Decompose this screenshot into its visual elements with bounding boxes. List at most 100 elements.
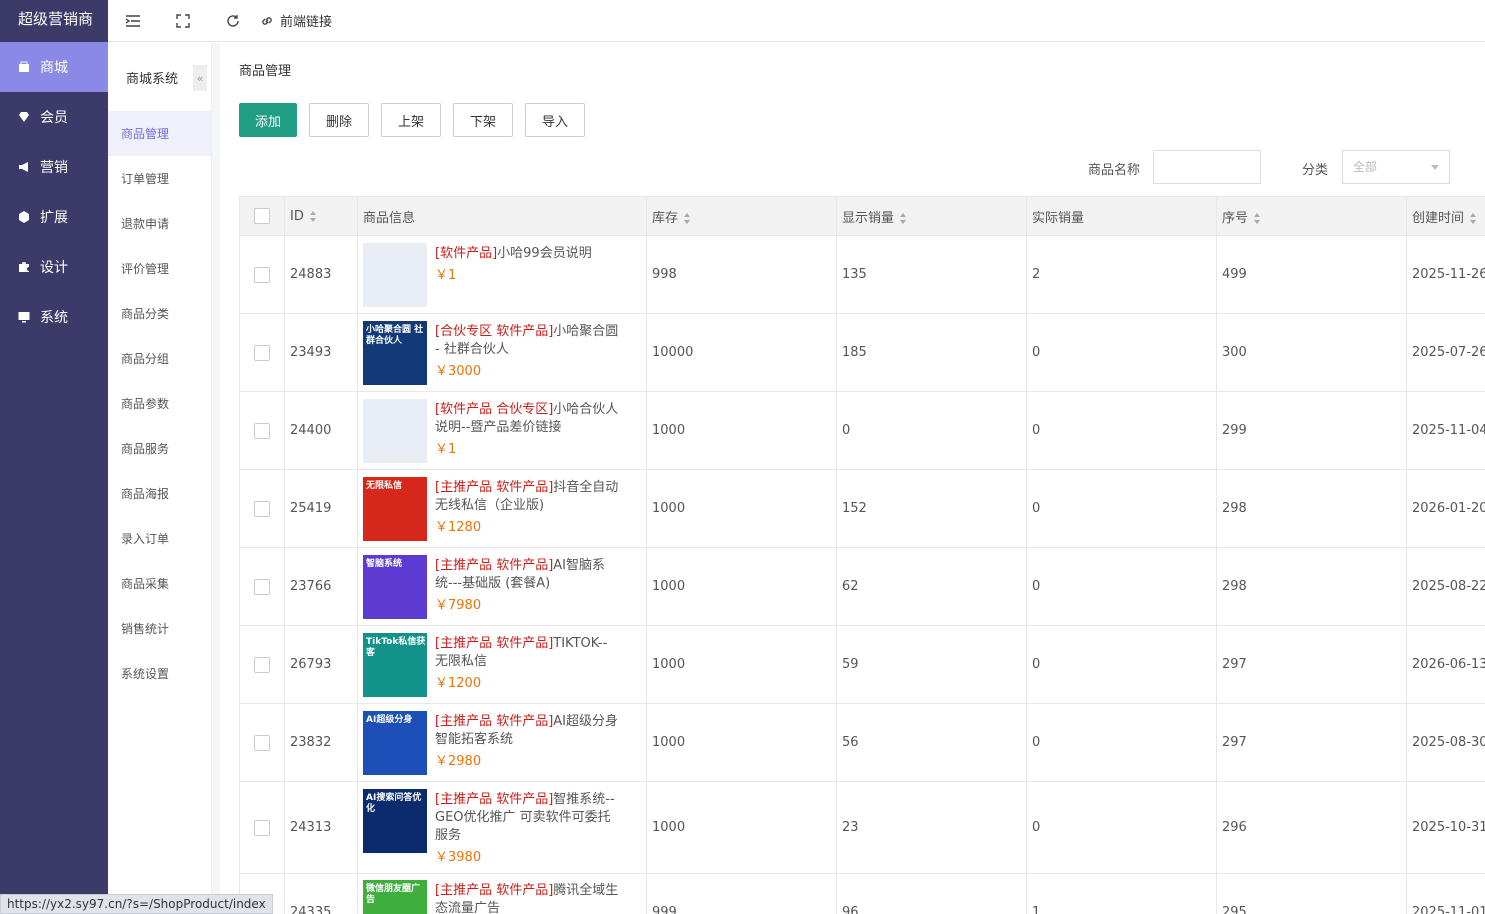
submenu-item[interactable]: 商品采集: [108, 561, 211, 606]
product-title[interactable]: [软件产品]小哈99会员说明 ￥1: [435, 243, 619, 285]
category-select[interactable]: 全部: [1342, 150, 1450, 184]
cell-created: 2025-11-01 1: [1406, 873, 1485, 914]
select-all-checkbox[interactable]: [254, 208, 270, 224]
submenu-item[interactable]: 评价管理: [108, 246, 211, 291]
table-row: 24883 [软件产品]小哈99会员说明 ￥1 998 135 2 499 2025-11-2…: [239, 235, 1485, 314]
nav-item-label: 扩展: [40, 210, 68, 226]
off-shelf-button[interactable]: 下架: [453, 103, 513, 137]
col-created[interactable]: 创建时间: [1406, 196, 1485, 236]
cell-stock: 999: [646, 873, 837, 914]
product-title[interactable]: [主推产品 软件产品]抖音全自动无线私信（企业版) ￥1280: [435, 477, 619, 537]
product-name-input[interactable]: [1153, 150, 1261, 184]
cell-order: 295: [1216, 873, 1407, 914]
product-thumbnail[interactable]: TikTok私信获客: [363, 632, 427, 697]
submenu-item[interactable]: 销售统计: [108, 606, 211, 651]
nav-item-label: 系统: [40, 310, 68, 326]
product-tag: [主推产品 软件产品]: [435, 557, 554, 573]
product-price: ￥2980: [435, 753, 482, 769]
row-checkbox[interactable]: [254, 819, 270, 836]
nav-item-2[interactable]: 营销: [0, 142, 108, 192]
table-row: 24400 [软件产品 合伙专区]小哈合伙人说明--暨产品差价链接 ￥1 1000 0 0…: [239, 391, 1485, 470]
product-thumbnail[interactable]: 无限私信: [363, 476, 427, 541]
submenu-item[interactable]: 系统设置: [108, 651, 211, 696]
cell-created: 2026-06-13 1: [1406, 625, 1485, 704]
product-thumbnail[interactable]: 小哈聚合圆 社群合伙人: [363, 320, 427, 385]
product-price: ￥1200: [435, 675, 482, 691]
product-thumbnail[interactable]: AI搜索问答优化: [363, 788, 427, 853]
product-title[interactable]: [主推产品 软件产品]腾讯全域生态流量广告: [435, 880, 619, 914]
submenu-item[interactable]: 商品分组: [108, 336, 211, 381]
cell-stock: 1000: [646, 391, 837, 470]
submenu-item[interactable]: 退款申请: [108, 201, 211, 246]
nav-item-0[interactable]: 商城: [0, 42, 108, 92]
col-stock[interactable]: 库存: [646, 196, 837, 236]
add-button[interactable]: 添加: [239, 103, 297, 137]
submenu-item[interactable]: 商品参数: [108, 381, 211, 426]
cell-id: 24335: [284, 873, 358, 914]
menu-toggle-icon[interactable]: [108, 0, 158, 42]
sort-icon[interactable]: [309, 210, 317, 222]
row-checkbox[interactable]: [254, 422, 270, 439]
product-title[interactable]: [主推产品 软件产品]智推系统--GEO优化推广 可卖软件可委托服务 ￥3980: [435, 789, 619, 867]
submenu-item[interactable]: 商品海报: [108, 471, 211, 516]
col-id[interactable]: ID: [284, 196, 358, 236]
submenu-item[interactable]: 订单管理: [108, 156, 211, 201]
cell-id: 23493: [284, 313, 358, 392]
cell-shown-sales: 23: [836, 781, 1027, 874]
submenu-item[interactable]: 商品管理: [108, 111, 211, 156]
delete-button[interactable]: 删除: [309, 103, 369, 137]
front-link[interactable]: 前端链接: [260, 11, 332, 30]
col-order[interactable]: 序号: [1216, 196, 1407, 236]
divider: [212, 43, 220, 914]
cell-real-sales: 0: [1026, 547, 1217, 626]
cell-shown-sales: 152: [836, 469, 1027, 548]
megaphone-icon: [18, 161, 30, 173]
row-checkbox[interactable]: [254, 734, 270, 751]
nav-item-5[interactable]: 系统: [0, 292, 108, 342]
product-thumbnail[interactable]: 智脑系统: [363, 554, 427, 619]
submenu-item[interactable]: 录入订单: [108, 516, 211, 561]
row-checkbox[interactable]: [254, 656, 270, 673]
top-bar: 前端链接: [108, 0, 1485, 42]
brand-logo[interactable]: 超级营销商: [0, 0, 108, 42]
on-shelf-button[interactable]: 上架: [381, 103, 441, 137]
product-price: ￥3980: [435, 849, 482, 865]
nav-item-3[interactable]: 扩展: [0, 192, 108, 242]
row-checkbox[interactable]: [254, 578, 270, 595]
sort-icon[interactable]: [900, 212, 907, 224]
thumbnail-caption: 无限私信: [366, 480, 403, 491]
product-title[interactable]: [主推产品 软件产品]AI智脑系统---基础版 (套餐A) ￥7980: [435, 555, 619, 615]
sort-icon[interactable]: [1470, 212, 1477, 224]
product-title[interactable]: [合伙专区 软件产品]小哈聚合圆 - 社群合伙人 ￥3000: [435, 321, 619, 381]
sort-icon[interactable]: [1254, 212, 1261, 224]
cell-id: 24883: [284, 235, 358, 314]
row-checkbox[interactable]: [254, 344, 270, 361]
import-button[interactable]: 导入: [525, 103, 585, 137]
cell-shown-sales: 135: [836, 235, 1027, 314]
product-thumbnail[interactable]: [363, 398, 427, 463]
product-price: ￥1: [435, 441, 457, 457]
product-thumbnail[interactable]: [363, 242, 427, 307]
nav-item-4[interactable]: 设计: [0, 242, 108, 292]
col-shown-sales[interactable]: 显示销量: [836, 196, 1027, 236]
product-thumbnail[interactable]: AI超级分身: [363, 710, 427, 775]
nav-item-1[interactable]: 会员: [0, 92, 108, 142]
table-row: 24313 AI搜索问答优化 [主推产品 软件产品]智推系统--GEO优化推广 可卖…: [239, 781, 1485, 874]
refresh-icon[interactable]: [208, 0, 258, 42]
submenu-item[interactable]: 商品分类: [108, 291, 211, 336]
product-title[interactable]: [软件产品 合伙专区]小哈合伙人说明--暨产品差价链接 ￥1: [435, 399, 619, 459]
cell-shown-sales: 96: [836, 873, 1027, 914]
fullscreen-icon[interactable]: [158, 0, 208, 42]
cell-real-sales: 0: [1026, 391, 1217, 470]
sort-icon[interactable]: [684, 212, 691, 224]
collapse-icon[interactable]: «: [193, 65, 207, 91]
main-sidebar: 超级营销商 商城 会员 营销扩展设计系统: [0, 0, 108, 914]
product-title[interactable]: [主推产品 软件产品]AI超级分身智能拓客系统 ￥2980: [435, 711, 619, 771]
cell-created: 2026-01-20 1: [1406, 469, 1485, 548]
row-checkbox[interactable]: [254, 266, 270, 283]
submenu-item[interactable]: 商品服务: [108, 426, 211, 471]
row-checkbox[interactable]: [254, 500, 270, 517]
product-title[interactable]: [主推产品 软件产品]TIKTOK--无限私信 ￥1200: [435, 633, 619, 693]
product-thumbnail[interactable]: 微信朋友圈广告: [363, 880, 427, 914]
cell-id: 24400: [284, 391, 358, 470]
